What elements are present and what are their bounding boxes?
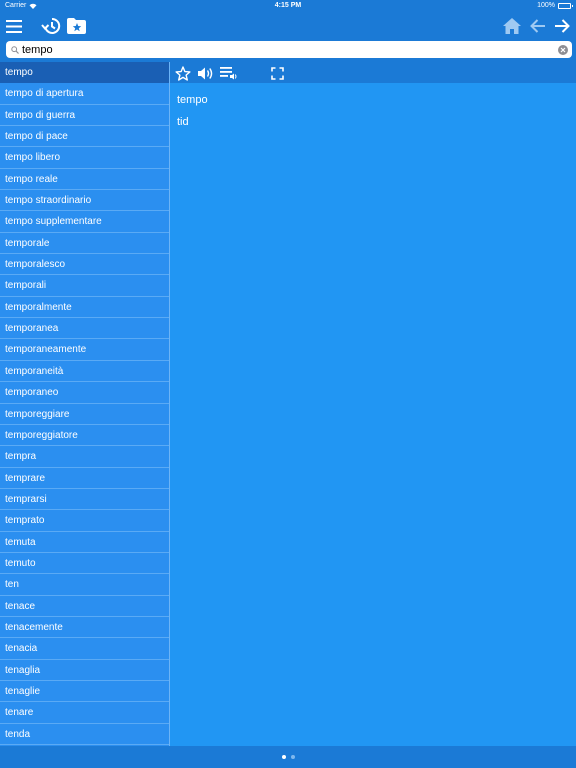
clear-search-button[interactable] (558, 44, 568, 55)
word-list-item[interactable]: tempo di guerra (0, 105, 169, 127)
fullscreen-icon (270, 66, 284, 80)
word-list-item[interactable]: tempo di pace (0, 126, 169, 148)
word-list-item[interactable]: tempo supplementare (0, 211, 169, 233)
word-list-item[interactable]: ten (0, 574, 169, 596)
hamburger-menu-icon (6, 19, 22, 33)
word-list-item[interactable]: tenare (0, 702, 169, 724)
home-icon (503, 18, 521, 34)
word-list-item[interactable]: temprato (0, 510, 169, 532)
status-time: 4:15 PM (274, 2, 302, 9)
word-list-item[interactable]: temporeggiatore (0, 425, 169, 447)
word-list-item[interactable]: tempo (0, 62, 169, 84)
word-list-item[interactable]: temporale (0, 233, 169, 255)
word-list-item[interactable]: temporaneamente (0, 339, 169, 361)
word-list-item[interactable]: temprarsi (0, 489, 169, 511)
fullscreen-button[interactable] (268, 64, 286, 82)
arrow-left-icon (530, 19, 545, 33)
word-list-item[interactable]: temporaneo (0, 382, 169, 404)
word-list-item[interactable]: tenda (0, 724, 169, 745)
word-list-item[interactable]: tempra (0, 446, 169, 468)
word-list[interactable]: tempo tempo di apertura tempo di guerra tem… (0, 62, 169, 746)
word-list-item[interactable]: temprare (0, 468, 169, 489)
pronounce-button[interactable] (196, 64, 214, 82)
headword: tempo (177, 94, 208, 106)
page-dot[interactable] (290, 755, 295, 759)
word-list-item[interactable]: tenaglie (0, 681, 169, 703)
page-dot[interactable] (281, 755, 286, 759)
search-icon (11, 45, 19, 54)
favorites-folder-icon (66, 18, 86, 34)
word-list-item[interactable]: tenacia (0, 638, 169, 660)
history-button[interactable] (39, 14, 63, 38)
page-indicator (0, 746, 576, 768)
word-list-item[interactable]: temuto (0, 553, 169, 575)
home-button[interactable] (500, 14, 524, 38)
translation-pane: tempo tid (170, 83, 576, 746)
search-input[interactable] (19, 42, 558, 57)
battery-icon (558, 2, 573, 9)
menu-button[interactable] (2, 14, 26, 38)
arrow-right-icon (555, 19, 570, 33)
word-list-item[interactable]: tempo di apertura (0, 83, 169, 105)
translation-text: tid (177, 116, 189, 128)
battery-percent: 100% (537, 2, 555, 9)
playlist-audio-icon (220, 67, 237, 80)
word-list-item[interactable]: tenaglia (0, 660, 169, 681)
favorite-button[interactable] (174, 64, 192, 82)
history-icon (41, 17, 61, 34)
speak-list-button[interactable] (220, 64, 238, 82)
word-list-item[interactable]: temporaneità (0, 361, 169, 383)
word-list-item[interactable]: tempo libero (0, 147, 169, 169)
top-toolbar (0, 12, 576, 40)
detail-toolbar (170, 62, 576, 83)
speaker-icon (197, 67, 212, 79)
search-bar (6, 41, 572, 58)
star-outline-icon (175, 65, 191, 81)
status-bar: Carrier 4:15 PM 100% (0, 0, 576, 12)
favorites-button[interactable] (64, 14, 88, 38)
word-list-item[interactable]: tempo straordinario (0, 190, 169, 212)
word-list-item[interactable]: temporali (0, 275, 169, 297)
word-list-item[interactable]: temporalesco (0, 254, 169, 276)
word-list-item[interactable]: temuta (0, 532, 169, 553)
word-list-item[interactable]: tenacemente (0, 617, 169, 639)
word-list-item[interactable]: tempo reale (0, 169, 169, 191)
battery-indicator: 100% (537, 2, 573, 9)
word-list-item[interactable]: temporanea (0, 318, 169, 340)
back-button[interactable] (526, 14, 550, 38)
word-list-item[interactable]: temporeggiare (0, 404, 169, 425)
word-list-item[interactable]: temporalmente (0, 297, 169, 319)
forward-button[interactable] (550, 14, 574, 38)
close-icon (560, 47, 566, 52)
word-list-item[interactable]: tenace (0, 596, 169, 617)
